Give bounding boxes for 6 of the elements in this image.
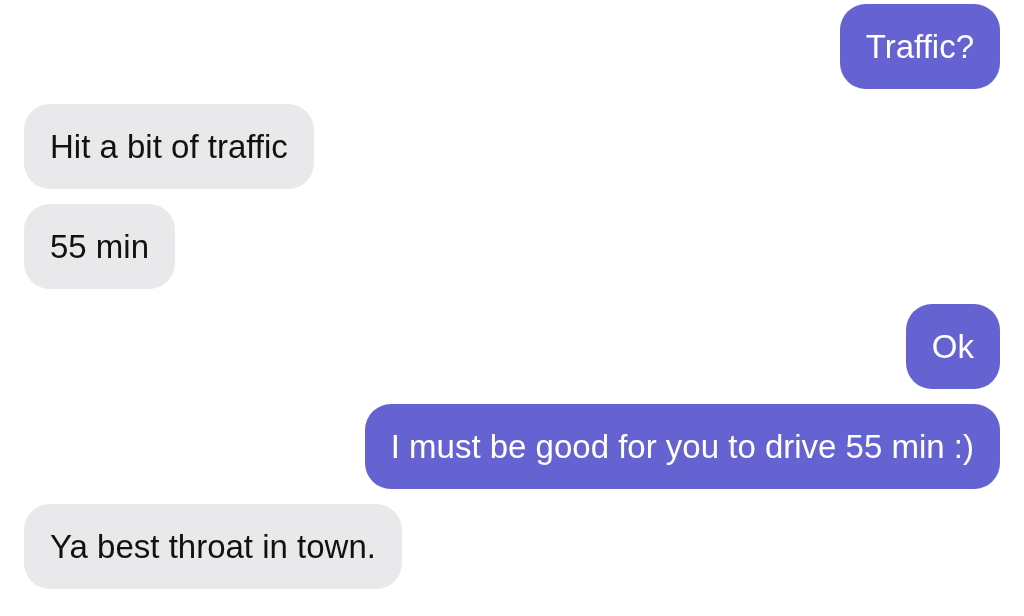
message-bubble: Ya best throat in town. — [24, 504, 402, 589]
message-bubble: 55 min — [24, 204, 176, 289]
message-bubble: Hit a bit of traffic — [24, 104, 314, 189]
message-bubble: Ok — [905, 304, 1000, 389]
message-bubble: Traffic? — [839, 4, 1000, 89]
message-bubble: I must be good for you to drive 55 min :) — [364, 404, 1000, 489]
